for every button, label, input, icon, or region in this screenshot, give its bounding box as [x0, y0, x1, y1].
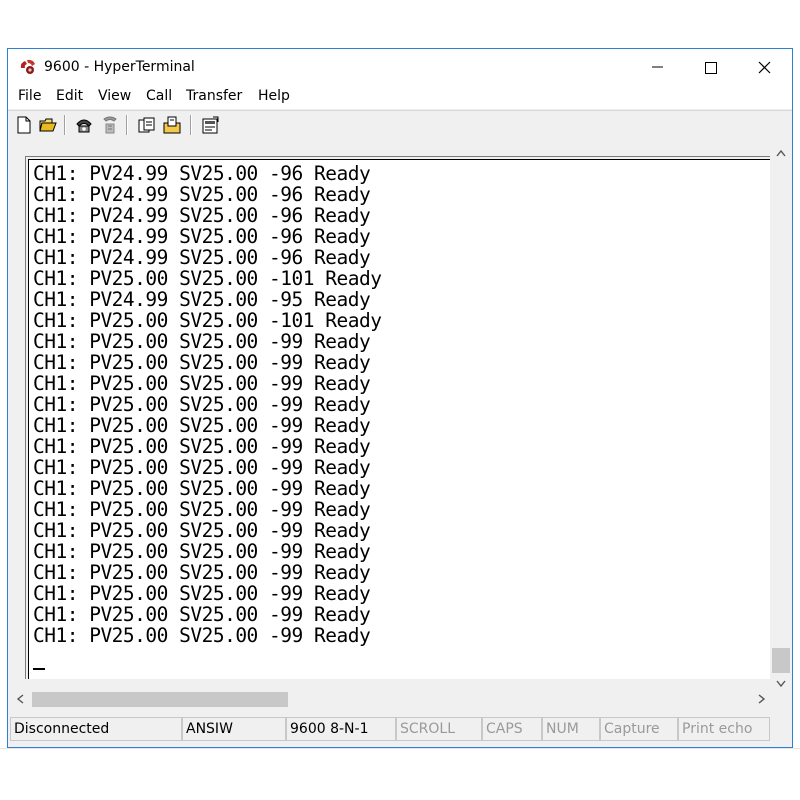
terminal-line: CH1: PV25.00 SV25.00 -99 Ready: [33, 582, 371, 605]
vertical-scroll-thumb[interactable]: [772, 648, 790, 673]
horizontal-scroll-thumb[interactable]: [32, 692, 288, 707]
menu-transfer[interactable]: Transfer: [186, 88, 242, 104]
terminal-frame: CH1: PV24.99 SV25.00 -96 Ready CH1: PV24.…: [25, 156, 775, 679]
dial-icon[interactable]: [74, 115, 94, 135]
hyperterminal-window: 9600 - HyperTerminal File Edit View Call…: [7, 48, 793, 748]
status-bar: Disconnected ANSIW 9600 8-N-1 SCROLL CAP…: [8, 713, 792, 747]
terminal-line: CH1: PV25.00 SV25.00 -99 Ready: [33, 519, 371, 542]
terminal-line: CH1: PV25.00 SV25.00 -99 Ready: [33, 393, 371, 416]
send-icon[interactable]: [136, 115, 156, 135]
scroll-right-icon[interactable]: [752, 689, 770, 709]
horizontal-scrollbar[interactable]: [12, 689, 770, 709]
scroll-down-icon[interactable]: [770, 675, 792, 692]
scroll-up-icon[interactable]: [770, 145, 792, 162]
disconnect-icon[interactable]: [100, 115, 120, 135]
window-title: 9600 - HyperTerminal: [44, 59, 195, 75]
menu-file[interactable]: File: [18, 88, 41, 104]
status-scroll: SCROLL: [396, 717, 482, 741]
terminal-line: CH1: PV25.00 SV25.00 -99 Ready: [33, 477, 371, 500]
status-emulation: ANSIW: [182, 717, 286, 741]
terminal-line: CH1: PV25.00 SV25.00 -99 Ready: [33, 498, 371, 521]
menu-view[interactable]: View: [98, 88, 131, 104]
terminal-line: CH1: PV25.00 SV25.00 -99 Ready: [33, 372, 371, 395]
status-connection: Disconnected: [10, 717, 182, 741]
terminal-line: CH1: PV25.00 SV25.00 -99 Ready: [33, 414, 371, 437]
close-button[interactable]: [740, 49, 790, 85]
terminal-line: CH1: PV25.00 SV25.00 -99 Ready: [33, 435, 371, 458]
terminal-line: CH1: PV24.99 SV25.00 -96 Ready: [33, 162, 371, 185]
terminal-output: CH1: PV24.99 SV25.00 -96 Ready CH1: PV24.…: [33, 162, 382, 647]
minimize-icon: [652, 66, 663, 68]
status-caps: CAPS: [482, 717, 542, 741]
terminal-line: CH1: PV25.00 SV25.00 -99 Ready: [33, 624, 371, 647]
terminal-line: CH1: PV25.00 SV25.00 -101 Ready: [33, 267, 382, 290]
status-num: NUM: [542, 717, 600, 741]
status-port-settings: 9600 8-N-1: [286, 717, 396, 741]
close-icon: [758, 61, 771, 74]
terminal-line: CH1: PV25.00 SV25.00 -99 Ready: [33, 540, 371, 563]
terminal-line: CH1: PV25.00 SV25.00 -99 Ready: [33, 603, 371, 626]
properties-icon[interactable]: [200, 115, 220, 135]
terminal-line: CH1: PV24.99 SV25.00 -95 Ready: [33, 288, 371, 311]
terminal-line: CH1: PV25.00 SV25.00 -99 Ready: [33, 561, 371, 584]
terminal-line: CH1: PV25.00 SV25.00 -99 Ready: [33, 456, 371, 479]
hyperterminal-phone-icon[interactable]: [18, 57, 38, 77]
menu-bar: File Edit View Call Transfer Help: [8, 85, 792, 109]
title-bar[interactable]: 9600 - HyperTerminal: [8, 49, 792, 85]
terminal-area[interactable]: CH1: PV24.99 SV25.00 -96 Ready CH1: PV24.…: [28, 159, 775, 679]
toolbar: [8, 110, 792, 137]
terminal-line: CH1: PV25.00 SV25.00 -99 Ready: [33, 330, 371, 353]
menu-edit[interactable]: Edit: [56, 88, 83, 104]
terminal-line: CH1: PV24.99 SV25.00 -96 Ready: [33, 246, 371, 269]
text-cursor: [33, 668, 45, 670]
minimize-button[interactable]: [632, 49, 682, 85]
menu-help[interactable]: Help: [258, 88, 290, 104]
new-connection-icon[interactable]: [14, 115, 34, 135]
terminal-line: CH1: PV24.99 SV25.00 -96 Ready: [33, 225, 371, 248]
scroll-left-icon[interactable]: [12, 689, 30, 709]
maximize-icon: [705, 62, 717, 74]
menu-call[interactable]: Call: [146, 88, 172, 104]
vertical-scrollbar[interactable]: [770, 145, 792, 695]
open-icon[interactable]: [38, 115, 58, 135]
terminal-line: CH1: PV25.00 SV25.00 -101 Ready: [33, 309, 382, 332]
status-capture: Capture: [600, 717, 678, 741]
terminal-line: CH1: PV24.99 SV25.00 -96 Ready: [33, 183, 371, 206]
status-print-echo: Print echo: [678, 717, 770, 741]
maximize-button[interactable]: [686, 49, 736, 85]
receive-icon[interactable]: [162, 115, 182, 135]
terminal-line: CH1: PV25.00 SV25.00 -99 Ready: [33, 351, 371, 374]
terminal-line: CH1: PV24.99 SV25.00 -96 Ready: [33, 204, 371, 227]
